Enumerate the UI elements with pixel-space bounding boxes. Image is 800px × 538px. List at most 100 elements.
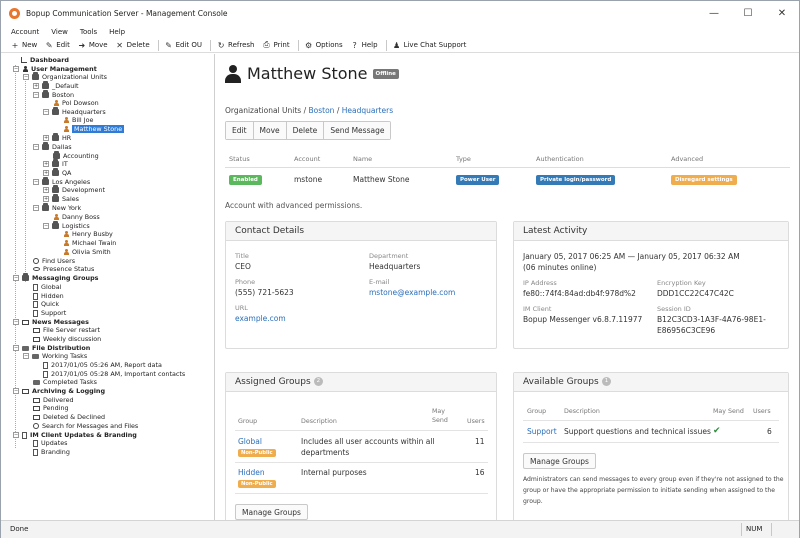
expand-icon[interactable]: + xyxy=(43,187,49,193)
tree-qa[interactable]: + QA xyxy=(43,168,71,177)
tree-hidden[interactable]: Hidden xyxy=(33,292,64,300)
tree-org-units[interactable]: − Organizational Units xyxy=(23,72,107,81)
delete-button[interactable]: ✕ Delete xyxy=(116,41,149,50)
collapse-icon[interactable]: − xyxy=(43,109,49,115)
tree-im-client-updates[interactable]: − IM Client Updates & Branding xyxy=(13,431,137,439)
expand-icon[interactable]: + xyxy=(43,196,49,202)
move-button[interactable]: ➜ Move xyxy=(78,41,107,50)
group-link-support[interactable]: Support xyxy=(527,427,557,436)
tree-dashboard[interactable]: Dashboard xyxy=(21,56,69,64)
tree-messaging-groups[interactable]: − Messaging Groups xyxy=(13,273,98,282)
tree-weekly-discussion[interactable]: Weekly discussion xyxy=(33,335,101,343)
menu-tools[interactable]: Tools xyxy=(80,28,97,36)
tree-danny-boss[interactable]: Danny Boss xyxy=(53,213,100,221)
tree-file-distribution[interactable]: − File Distribution xyxy=(13,344,90,352)
tree-matthew-stone[interactable]: Matthew Stone xyxy=(63,125,125,133)
expand-icon[interactable]: + xyxy=(33,83,39,89)
collapse-icon[interactable]: − xyxy=(13,345,19,351)
help-button[interactable]: ? Help xyxy=(351,40,377,50)
tree-search-messages[interactable]: Search for Messages and Files xyxy=(33,422,138,430)
collapse-icon[interactable]: − xyxy=(13,319,19,325)
groups-icon xyxy=(22,273,29,281)
manage-available-groups-button[interactable]: Manage Groups xyxy=(523,453,596,469)
breadcrumb-link-headquarters[interactable]: Headquarters xyxy=(342,106,393,115)
edit-ou-button[interactable]: ✎ Edit OU xyxy=(165,41,202,50)
collapse-icon[interactable]: − xyxy=(33,144,39,150)
tree-los-angeles[interactable]: − Los Angeles xyxy=(33,177,90,186)
tree-working-tasks[interactable]: − Working Tasks xyxy=(23,352,87,360)
tree-boston[interactable]: − Boston xyxy=(33,90,74,99)
tree-delivered[interactable]: Delivered xyxy=(33,396,74,404)
collapse-icon[interactable]: − xyxy=(43,223,49,229)
expand-icon[interactable]: + xyxy=(43,170,49,176)
tree-sales[interactable]: + Sales xyxy=(43,194,79,203)
expand-icon[interactable]: + xyxy=(43,135,49,141)
options-button[interactable]: ⚙ Options xyxy=(305,41,343,50)
collapse-icon[interactable]: − xyxy=(13,432,19,438)
collapse-icon[interactable]: − xyxy=(33,179,39,185)
edit-button[interactable]: ✎ Edit xyxy=(45,41,70,50)
collapse-icon[interactable]: − xyxy=(33,205,39,211)
tree-task-report-data[interactable]: 2017/01/05 05:26 AM, Report data xyxy=(43,361,162,369)
tree-bill-joe[interactable]: Bill Joe xyxy=(63,116,93,124)
tree-archiving-logging[interactable]: − Archiving & Logging xyxy=(13,387,105,395)
tree-global[interactable]: Global xyxy=(33,283,61,291)
tree-default[interactable]: + _Default xyxy=(33,81,79,90)
tree-user-management[interactable]: − User Management xyxy=(13,65,97,73)
tree-pending[interactable]: Pending xyxy=(33,404,69,412)
tree-it[interactable]: + IT xyxy=(43,159,68,168)
tree-task-important-contacts[interactable]: 2017/01/05 05:28 AM, Important contacts xyxy=(43,370,185,378)
tree-find-users[interactable]: Find Users xyxy=(33,257,75,265)
group-link-global[interactable]: Global xyxy=(238,437,262,446)
collapse-icon[interactable]: − xyxy=(33,92,39,98)
tree-dallas[interactable]: − Dallas xyxy=(33,142,72,151)
tree-branding[interactable]: Branding xyxy=(33,448,70,456)
collapse-icon[interactable]: − xyxy=(23,353,29,359)
tree-hr[interactable]: + HR xyxy=(43,133,71,142)
tree-news-messages[interactable]: − News Messages xyxy=(13,318,89,326)
menu-help[interactable]: Help xyxy=(109,28,125,36)
collapse-icon[interactable]: − xyxy=(23,74,29,80)
tree-pol-dowson[interactable]: Pol Dowson xyxy=(53,99,99,107)
tree-quick[interactable]: Quick xyxy=(33,300,59,308)
tree-deleted-declined[interactable]: Deleted & Declined xyxy=(33,413,105,421)
tree-michael-twain[interactable]: Michael Twain xyxy=(63,239,116,247)
tree-label: Weekly discussion xyxy=(43,335,102,343)
email-link[interactable]: mstone@example.com xyxy=(369,288,455,297)
tree-accounting[interactable]: Accounting xyxy=(53,151,99,160)
menu-account[interactable]: Account xyxy=(11,28,39,36)
breadcrumb-link-boston[interactable]: Boston xyxy=(309,106,335,115)
encryption-key-value: DDD1CC22C47C42C xyxy=(657,289,734,298)
tree-new-york[interactable]: − New York xyxy=(33,203,81,212)
url-link[interactable]: example.com xyxy=(235,314,286,323)
live-chat-button[interactable]: ♟ Live Chat Support xyxy=(393,41,466,50)
expand-icon[interactable]: + xyxy=(43,161,49,167)
help-icon: ? xyxy=(352,40,357,50)
collapse-icon[interactable]: − xyxy=(13,275,19,281)
group-link-hidden[interactable]: Hidden xyxy=(238,468,265,477)
refresh-button[interactable]: ↻ Refresh xyxy=(217,41,255,50)
collapse-icon[interactable]: − xyxy=(13,388,19,394)
manage-assigned-groups-button[interactable]: Manage Groups xyxy=(235,504,308,520)
move-user-button[interactable]: Move xyxy=(253,122,287,139)
tree-presence-status[interactable]: Presence Status xyxy=(33,265,94,273)
tree-updates[interactable]: Updates xyxy=(33,439,67,447)
tree-henry-busby[interactable]: Henry Busby xyxy=(63,230,113,238)
edit-user-button[interactable]: Edit xyxy=(226,122,254,139)
collapse-icon[interactable]: − xyxy=(13,66,19,72)
minimize-button[interactable]: — xyxy=(697,1,731,25)
tree-logistics[interactable]: − Logistics xyxy=(43,221,90,230)
tree-development[interactable]: + Development xyxy=(43,185,105,194)
close-button[interactable]: ✕ xyxy=(765,1,799,25)
tree-completed-tasks[interactable]: Completed Tasks xyxy=(33,378,97,386)
print-button[interactable]: ⎙ Print xyxy=(262,40,289,50)
maximize-button[interactable]: ☐ xyxy=(731,1,765,25)
tree-support[interactable]: Support xyxy=(33,309,66,317)
tree-headquarters[interactable]: − Headquarters xyxy=(43,107,106,116)
new-button[interactable]: + New xyxy=(11,41,38,50)
tree-olivia-smith[interactable]: Olivia Smith xyxy=(63,248,111,256)
send-message-button[interactable]: Send Message xyxy=(324,122,391,139)
tree-file-server-restart[interactable]: File Server restart xyxy=(33,326,100,334)
delete-user-button[interactable]: Delete xyxy=(286,122,325,139)
menu-view[interactable]: View xyxy=(51,28,68,36)
